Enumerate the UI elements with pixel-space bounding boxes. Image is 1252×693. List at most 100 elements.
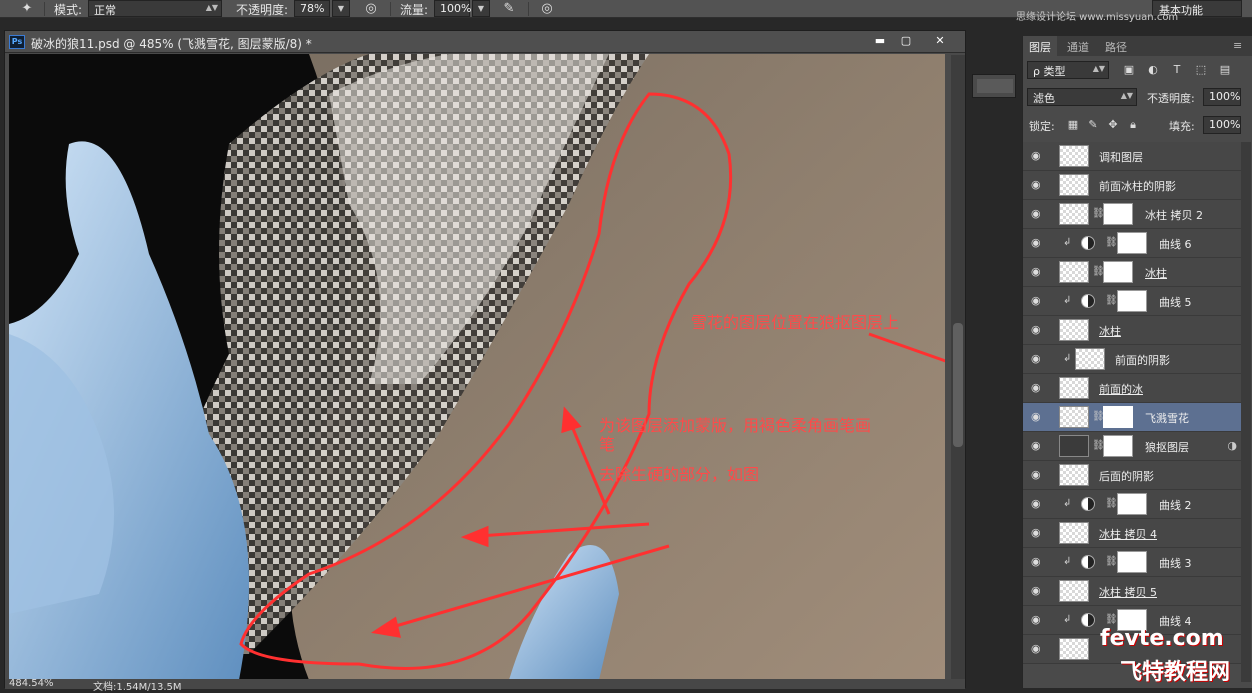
collapsed-panel-strip[interactable] — [972, 74, 1016, 98]
layer-row[interactable]: ◉ ↲ ⛓ 曲线 3 — [1023, 548, 1247, 577]
layer-row[interactable]: ◉ 冰柱 拷贝 5 — [1023, 577, 1247, 606]
chain-link-icon[interactable]: ⛓ — [1105, 556, 1118, 567]
tab-channels[interactable]: 通道 — [1061, 36, 1095, 56]
tab-layers[interactable]: 图层 — [1023, 36, 1057, 56]
annotation-line-1: 为该图层添加蒙版，用褐色柔角画笔画 — [599, 416, 872, 435]
flow-dropdown-button[interactable]: ▼ — [472, 0, 490, 17]
vertical-scrollbar[interactable] — [951, 55, 965, 679]
layer-mask-thumbnail[interactable] — [1117, 551, 1147, 573]
lock-all-icon[interactable]: 🔒︎ — [1125, 117, 1141, 133]
lock-pixels-icon[interactable]: ✎ — [1085, 117, 1101, 133]
eye-icon[interactable]: ◉ — [1031, 179, 1045, 191]
layer-row[interactable]: ◉ ↲ ⛓ 曲线 6 — [1023, 229, 1247, 258]
layer-thumbnail — [1059, 203, 1089, 225]
layer-row[interactable]: ◉ ⛓ 冰柱 拷贝 2 — [1023, 200, 1247, 229]
curves-adjustment-icon — [1081, 294, 1095, 308]
filter-pixel-icon[interactable]: ▣ — [1121, 62, 1137, 78]
layer-thumbnail — [1059, 174, 1089, 196]
brush-preset-icon[interactable]: ✦ — [18, 0, 36, 18]
layer-row[interactable]: ◉ ↲ ⛓ 曲线 2 — [1023, 490, 1247, 519]
panel-menu-icon[interactable]: ≡ — [1233, 39, 1242, 52]
image-canvas[interactable]: 雪花的图层位置在狼抠图层上 为该图层添加蒙版，用褐色柔角画笔画 笔 去除生硬的部… — [9, 54, 945, 680]
eye-icon[interactable]: ◉ — [1031, 469, 1045, 481]
filter-type-select[interactable]: ρ 类型 ▲▼ — [1027, 61, 1109, 79]
layer-mask-thumbnail[interactable] — [1117, 290, 1147, 312]
blend-mode-select[interactable]: 滤色 ▲▼ — [1027, 88, 1137, 106]
layer-name: 飞溅雪花 — [1145, 412, 1189, 425]
layer-row[interactable]: ◉ ↲ 前面的阴影 — [1023, 345, 1247, 374]
chain-link-icon[interactable]: ⛓ — [1105, 237, 1118, 248]
eye-icon[interactable]: ◉ — [1031, 527, 1045, 539]
filter-type-icon[interactable]: T — [1169, 62, 1185, 78]
layer-row[interactable]: ◉ 冰柱 拷贝 4 — [1023, 519, 1247, 548]
opacity-input[interactable]: 78% — [294, 0, 330, 17]
layer-mask-thumbnail[interactable] — [1103, 203, 1133, 225]
layer-name: 曲线 6 — [1159, 238, 1192, 251]
eye-icon[interactable]: ◉ — [1031, 411, 1045, 423]
layer-mask-thumbnail[interactable] — [1103, 435, 1133, 457]
eye-icon[interactable]: ◉ — [1031, 208, 1045, 220]
clip-arrow-icon: ↲ — [1063, 614, 1072, 625]
layer-mask-thumbnail[interactable] — [1103, 406, 1133, 428]
layer-row[interactable]: ◉ 前面冰柱的阴影 — [1023, 171, 1247, 200]
layer-mask-thumbnail[interactable] — [1117, 232, 1147, 254]
filter-type-label: ρ 类型 — [1033, 65, 1066, 78]
eye-icon[interactable]: ◉ — [1031, 585, 1045, 597]
opacity-dropdown-button[interactable]: ▼ — [332, 0, 350, 17]
lock-transparency-icon[interactable]: ▦ — [1065, 117, 1081, 133]
layer-mask-thumbnail[interactable] — [1103, 261, 1133, 283]
layer-row[interactable]: ◉ 冰柱 — [1023, 316, 1247, 345]
eye-icon[interactable]: ◉ — [1031, 295, 1045, 307]
layer-row-selected[interactable]: ◉ ⛓ 飞溅雪花 — [1023, 403, 1247, 432]
layer-row[interactable]: ◉ ⛓ 狼抠图层 ◑ — [1023, 432, 1247, 461]
layer-mask-thumbnail[interactable] — [1117, 493, 1147, 515]
maximize-icon[interactable]: ▢ — [891, 33, 921, 49]
layer-thumbnail — [1059, 319, 1089, 341]
layer-row[interactable]: ◉ 调和图层 — [1023, 142, 1247, 171]
eye-icon[interactable]: ◉ — [1031, 614, 1045, 626]
filter-adjustment-icon[interactable]: ◐ — [1145, 62, 1161, 78]
close-icon[interactable]: ✕ — [925, 33, 955, 49]
pressure-size-icon[interactable]: ◎ — [538, 0, 556, 18]
layer-row[interactable]: ◉ ⛓ 冰柱 — [1023, 258, 1247, 287]
scrollbar-thumb[interactable] — [953, 323, 963, 447]
chain-link-icon[interactable]: ⛓ — [1105, 498, 1118, 509]
collapsed-panel-bar[interactable] — [977, 79, 1013, 93]
eye-icon[interactable]: ◉ — [1031, 266, 1045, 278]
layer-row[interactable]: ◉ 后面的阴影 — [1023, 461, 1247, 490]
layer-row[interactable]: ◉ ↲ ⛓ 曲线 5 — [1023, 287, 1247, 316]
lock-label: 锁定: — [1029, 120, 1055, 133]
mode-select[interactable]: 正常 ▲▼ — [88, 0, 222, 17]
layer-thumbnail — [1059, 522, 1089, 544]
layer-name: 前面的阴影 — [1115, 354, 1170, 367]
eye-icon[interactable]: ◉ — [1031, 556, 1045, 568]
layers-scrollbar[interactable] — [1241, 142, 1251, 682]
layer-row[interactable]: ◉ 前面的冰 — [1023, 374, 1247, 403]
eye-icon[interactable]: ◉ — [1031, 643, 1045, 655]
document-titlebar[interactable]: Ps 破冰的狼11.psd @ 485% (飞溅雪花, 图层蒙版/8) * ▬ … — [5, 31, 965, 53]
zoom-level[interactable]: 484.54% — [9, 678, 54, 689]
eye-icon[interactable]: ◉ — [1031, 353, 1045, 365]
opacity-label: 不透明度: — [236, 3, 289, 17]
tab-paths[interactable]: 路径 — [1099, 36, 1133, 56]
chain-link-icon[interactable]: ⛓ — [1105, 614, 1118, 625]
eye-icon[interactable]: ◉ — [1031, 150, 1045, 162]
layer-opacity-input[interactable]: 100% — [1203, 88, 1241, 106]
fill-input[interactable]: 100% — [1203, 116, 1241, 134]
annotation-line-2: 笔 — [599, 435, 616, 454]
eye-icon[interactable]: ◉ — [1031, 382, 1045, 394]
eye-icon[interactable]: ◉ — [1031, 324, 1045, 336]
chain-link-icon[interactable]: ⛓ — [1105, 295, 1118, 306]
pressure-opacity-icon[interactable]: ◎ — [362, 0, 380, 18]
eye-icon[interactable]: ◉ — [1031, 498, 1045, 510]
layer-name: 冰柱 拷贝 5 — [1099, 586, 1157, 599]
lock-row: 锁定: ▦ ✎ ✥ 🔒︎ 填充: 100% — [1023, 114, 1252, 138]
airbrush-icon[interactable]: ✎ — [500, 0, 518, 18]
layer-name: 冰柱 — [1099, 325, 1121, 338]
flow-input[interactable]: 100% — [434, 0, 471, 17]
filter-smart-object-icon[interactable]: ▤ — [1217, 62, 1233, 78]
lock-position-icon[interactable]: ✥ — [1105, 117, 1121, 133]
filter-shape-icon[interactable]: ⬚ — [1193, 62, 1209, 78]
eye-icon[interactable]: ◉ — [1031, 237, 1045, 249]
eye-icon[interactable]: ◉ — [1031, 440, 1045, 452]
